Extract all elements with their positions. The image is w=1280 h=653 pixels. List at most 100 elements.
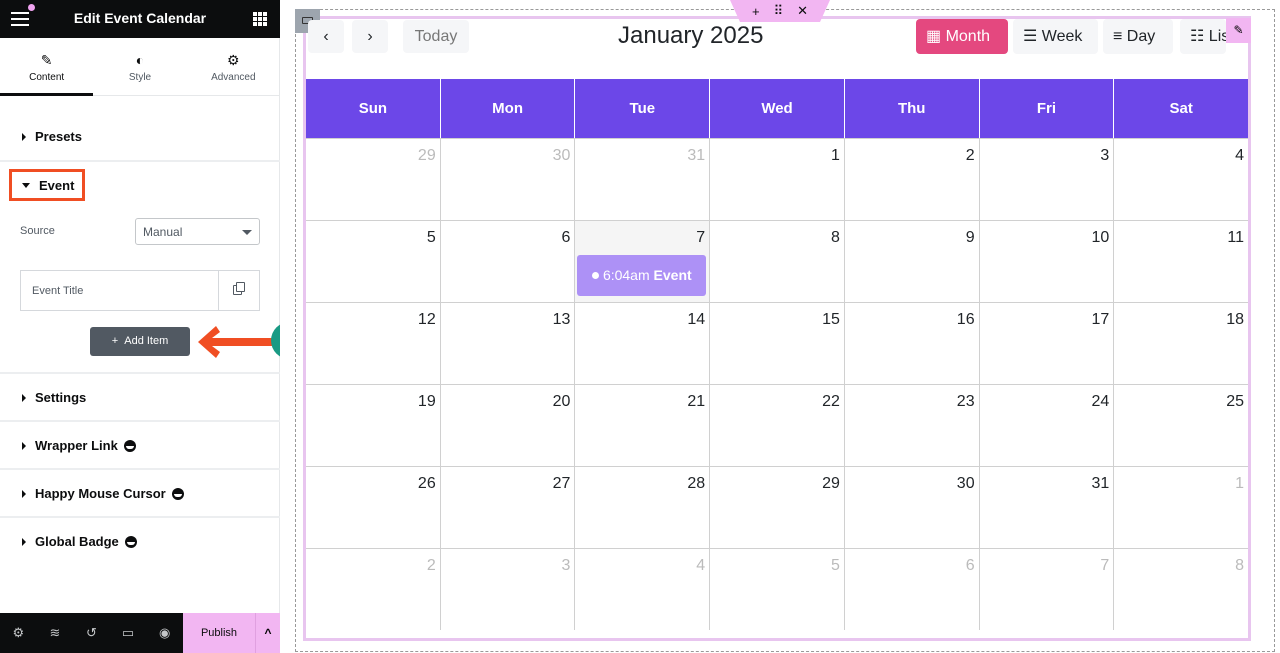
day-number[interactable]: 19 bbox=[418, 393, 436, 411]
day-number[interactable]: 29 bbox=[822, 475, 840, 493]
add-item-button[interactable]: + Add Item bbox=[90, 327, 190, 356]
day-cell[interactable]: 26 bbox=[306, 467, 441, 548]
repeater-item[interactable]: Event Title bbox=[20, 270, 260, 311]
day-cell[interactable]: 31 bbox=[980, 467, 1115, 548]
section-happy-mouse-cursor[interactable]: Happy Mouse Cursor bbox=[0, 470, 280, 518]
day-number[interactable]: 5 bbox=[427, 229, 436, 247]
day-number[interactable]: 1 bbox=[1235, 475, 1244, 493]
day-number[interactable]: 16 bbox=[957, 311, 975, 329]
day-number[interactable]: 4 bbox=[1235, 147, 1244, 165]
day-cell[interactable]: 25 bbox=[1114, 385, 1248, 466]
day-cell[interactable]: 1 bbox=[1114, 467, 1248, 548]
prev-month-button[interactable]: ‹ bbox=[308, 20, 344, 53]
view-month-button[interactable]: ▦ Month bbox=[916, 19, 1008, 54]
day-number[interactable]: 10 bbox=[1092, 229, 1110, 247]
layers-icon[interactable]: ≋ bbox=[37, 613, 74, 653]
day-number[interactable]: 26 bbox=[418, 475, 436, 493]
next-month-button[interactable]: › bbox=[352, 20, 388, 53]
day-cell[interactable]: 17 bbox=[980, 303, 1115, 384]
day-number[interactable]: 11 bbox=[1227, 229, 1244, 247]
day-number[interactable]: 31 bbox=[687, 147, 705, 165]
day-number[interactable]: 31 bbox=[1092, 475, 1110, 493]
tab-advanced[interactable]: ⚙ Advanced bbox=[187, 38, 280, 95]
tab-content[interactable]: ✎ Content bbox=[0, 38, 94, 96]
day-number[interactable]: 18 bbox=[1226, 311, 1244, 329]
day-cell[interactable]: 19 bbox=[306, 385, 441, 466]
settings-gear-icon[interactable]: ⚙ bbox=[0, 613, 37, 653]
day-cell[interactable]: 5 bbox=[306, 221, 441, 302]
view-list-button[interactable]: ☷ List bbox=[1180, 19, 1226, 54]
day-number[interactable]: 28 bbox=[687, 475, 705, 493]
day-cell[interactable]: 11 bbox=[1114, 221, 1248, 302]
day-number[interactable]: 2 bbox=[427, 557, 436, 575]
day-cell[interactable]: 10 bbox=[980, 221, 1115, 302]
day-number[interactable]: 2 bbox=[966, 147, 975, 165]
widgets-grid-icon[interactable] bbox=[253, 12, 267, 26]
tab-style[interactable]: ◐ Style bbox=[93, 38, 186, 95]
day-number[interactable]: 9 bbox=[966, 229, 975, 247]
day-cell[interactable]: 12 bbox=[306, 303, 441, 384]
add-section-icon[interactable]: + bbox=[752, 4, 760, 19]
day-cell[interactable]: 30 bbox=[845, 467, 980, 548]
day-cell[interactable]: 28 bbox=[575, 467, 711, 548]
day-cell[interactable]: 9 bbox=[845, 221, 980, 302]
drag-handle-icon[interactable]: ⠿ bbox=[774, 3, 784, 19]
day-number[interactable]: 7 bbox=[696, 229, 705, 247]
day-number[interactable]: 23 bbox=[957, 393, 975, 411]
day-cell[interactable]: 6 bbox=[845, 549, 980, 630]
day-cell[interactable]: 27 bbox=[441, 467, 576, 548]
day-cell[interactable]: 2 bbox=[845, 139, 980, 220]
responsive-mode-icon[interactable]: ▭ bbox=[110, 613, 147, 653]
section-settings[interactable]: Settings bbox=[0, 374, 280, 422]
day-number[interactable]: 14 bbox=[687, 311, 705, 329]
day-cell[interactable]: 8 bbox=[710, 221, 845, 302]
day-cell[interactable]: 1 bbox=[710, 139, 845, 220]
day-cell[interactable]: 31 bbox=[575, 139, 711, 220]
day-number[interactable]: 8 bbox=[1235, 557, 1244, 575]
day-number[interactable]: 17 bbox=[1092, 311, 1110, 329]
day-cell[interactable]: 3 bbox=[980, 139, 1115, 220]
day-cell[interactable]: 23 bbox=[845, 385, 980, 466]
day-number[interactable]: 6 bbox=[562, 229, 571, 247]
day-cell[interactable]: 7 6:04am Event bbox=[575, 221, 711, 302]
day-number[interactable]: 3 bbox=[562, 557, 571, 575]
day-number[interactable]: 3 bbox=[1100, 147, 1109, 165]
chevron-up-icon[interactable]: ^ bbox=[255, 613, 280, 653]
edit-widget-pencil-icon[interactable]: ✎ bbox=[1226, 18, 1251, 43]
day-number[interactable]: 29 bbox=[418, 147, 436, 165]
day-cell[interactable]: 21 bbox=[575, 385, 711, 466]
view-week-button[interactable]: ☰ Week bbox=[1013, 19, 1098, 54]
day-cell[interactable]: 6 bbox=[441, 221, 576, 302]
day-cell[interactable]: 16 bbox=[845, 303, 980, 384]
day-number[interactable]: 5 bbox=[831, 557, 840, 575]
section-global-badge[interactable]: Global Badge bbox=[0, 518, 280, 566]
day-cell[interactable]: 3 bbox=[441, 549, 576, 630]
day-cell[interactable]: 29 bbox=[306, 139, 441, 220]
day-number[interactable]: 7 bbox=[1100, 557, 1109, 575]
view-day-button[interactable]: ≡ Day bbox=[1103, 19, 1173, 54]
day-cell[interactable]: 14 bbox=[575, 303, 711, 384]
day-cell[interactable]: 24 bbox=[980, 385, 1115, 466]
day-cell[interactable]: 18 bbox=[1114, 303, 1248, 384]
day-number[interactable]: 6 bbox=[966, 557, 975, 575]
day-cell[interactable]: 5 bbox=[710, 549, 845, 630]
day-cell[interactable]: 29 bbox=[710, 467, 845, 548]
day-cell[interactable]: 15 bbox=[710, 303, 845, 384]
day-number[interactable]: 13 bbox=[553, 311, 571, 329]
delete-section-icon[interactable]: ✕ bbox=[797, 3, 808, 19]
day-number[interactable]: 12 bbox=[418, 311, 436, 329]
history-icon[interactable]: ↺ bbox=[73, 613, 110, 653]
day-number[interactable]: 25 bbox=[1226, 393, 1244, 411]
source-select[interactable]: Manual bbox=[135, 218, 260, 245]
day-cell[interactable]: 4 bbox=[575, 549, 711, 630]
day-cell[interactable]: 2 bbox=[306, 549, 441, 630]
day-number[interactable]: 4 bbox=[696, 557, 705, 575]
publish-button[interactable]: Publish bbox=[183, 613, 255, 653]
day-number[interactable]: 30 bbox=[553, 147, 571, 165]
day-number[interactable]: 24 bbox=[1092, 393, 1110, 411]
day-number[interactable]: 22 bbox=[822, 393, 840, 411]
day-cell[interactable]: 4 bbox=[1114, 139, 1248, 220]
duplicate-icon[interactable] bbox=[218, 271, 259, 310]
section-presets[interactable]: Presets bbox=[0, 97, 280, 162]
preview-eye-icon[interactable]: ◉ bbox=[146, 613, 183, 653]
